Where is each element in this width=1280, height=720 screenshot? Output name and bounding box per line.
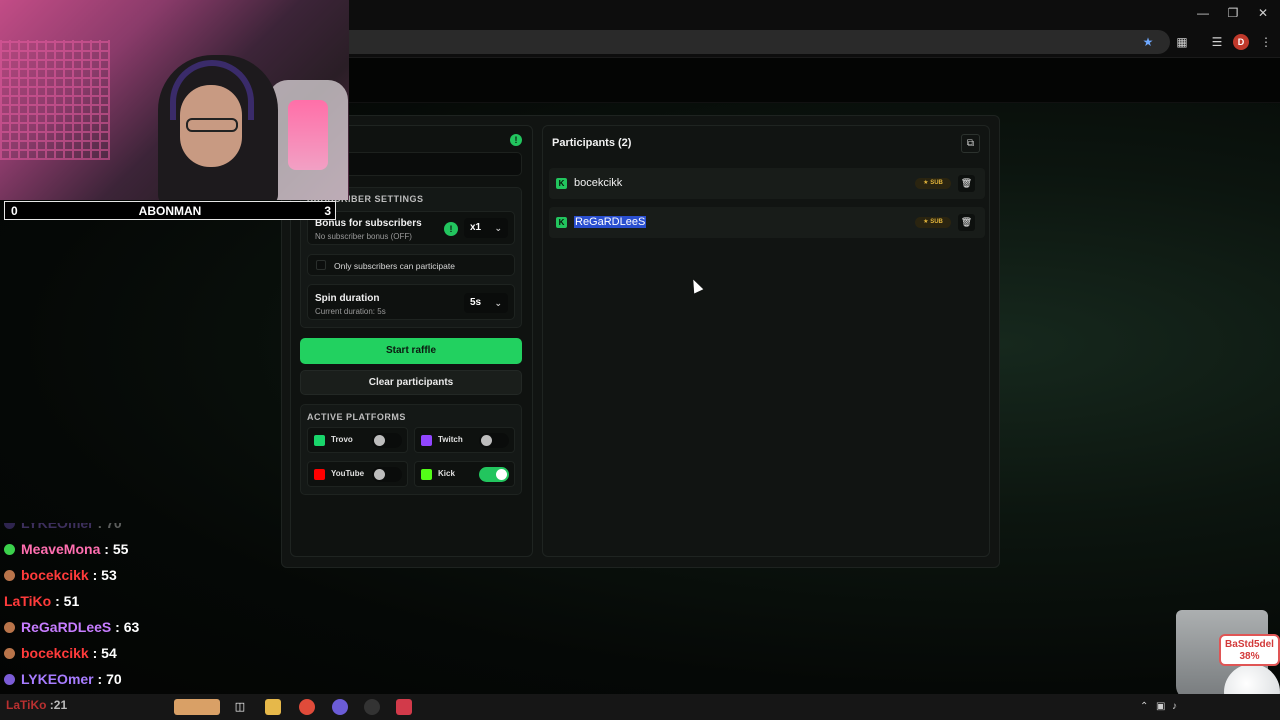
network-icon[interactable]: ▣ bbox=[1156, 701, 1165, 712]
widgets-icon[interactable] bbox=[174, 699, 220, 715]
bonus-multiplier-value: x1 bbox=[470, 222, 482, 233]
alert-percent: 38% bbox=[1239, 651, 1260, 662]
sub-badge: ★ SUB bbox=[915, 217, 951, 228]
copy-icon[interactable]: ⧉ bbox=[961, 134, 980, 153]
chat-line: LaTiKo :21 bbox=[6, 698, 68, 712]
twitch-toggle[interactable] bbox=[479, 433, 509, 448]
youtube-icon bbox=[314, 469, 325, 480]
participant-row[interactable]: K ReGaRDLeeS ★ SUB 🗑 bbox=[549, 207, 985, 238]
twitch-icon bbox=[421, 435, 432, 446]
alert-name: BaStd5del bbox=[1225, 639, 1274, 650]
chat-line: LaTiKo : 51 bbox=[4, 593, 80, 609]
app-icon[interactable] bbox=[396, 699, 412, 715]
taskbar: LaTiKo :21 ◫ ⌃ ▣ ♪ bbox=[0, 694, 1280, 720]
participant-name: ReGaRDLeeS bbox=[574, 216, 647, 228]
platform-name: YouTube bbox=[331, 469, 365, 478]
restore-icon[interactable]: ❐ bbox=[1218, 5, 1248, 21]
platform-name: Trovo bbox=[331, 435, 353, 444]
task-view-icon[interactable]: ◫ bbox=[232, 699, 248, 715]
trovo-icon bbox=[314, 435, 325, 446]
chrome-icon[interactable] bbox=[299, 699, 315, 715]
chevron-down-icon: ⌄ bbox=[494, 223, 502, 233]
delete-icon[interactable]: 🗑 bbox=[958, 175, 975, 192]
platform-twitch: Twitch bbox=[414, 427, 515, 453]
webcam-feed bbox=[0, 0, 349, 200]
only-subscribers-row[interactable]: Only subscribers can participate bbox=[307, 254, 515, 276]
chevron-down-icon: ⌄ bbox=[494, 298, 502, 308]
cam-shelf bbox=[0, 40, 110, 160]
platform-trovo: Trovo bbox=[307, 427, 408, 453]
participant-name: bocekcikk bbox=[574, 177, 623, 189]
minimize-icon[interactable]: — bbox=[1188, 5, 1218, 21]
tray-chevron-icon[interactable]: ⌃ bbox=[1140, 701, 1148, 712]
chat-line: MeaveMona : 55 bbox=[4, 541, 128, 563]
sub-badge: ★ SUB bbox=[915, 178, 951, 189]
cam-lamp bbox=[288, 100, 328, 170]
media-control-icon[interactable]: ☰ bbox=[1209, 34, 1225, 50]
info-icon[interactable]: ! bbox=[510, 134, 522, 146]
platform-name: Kick bbox=[438, 469, 455, 478]
only-subscribers-label: Only subscribers can participate bbox=[334, 261, 455, 271]
active-platforms-title: ACTIVE PLATFORMS bbox=[307, 412, 406, 422]
platform-name: Twitch bbox=[438, 435, 463, 444]
bonus-info-icon[interactable]: ! bbox=[444, 222, 458, 236]
discord-icon[interactable] bbox=[332, 699, 348, 715]
chat-line: LYKEOmer : 70 bbox=[4, 671, 122, 693]
trovo-toggle[interactable] bbox=[372, 433, 402, 448]
chat-line: bocekcikk : 53 bbox=[4, 567, 117, 589]
bonus-subtitle: No subscriber bonus (OFF) bbox=[315, 232, 412, 241]
progress-alert: BaStd5del 38% bbox=[1219, 634, 1280, 666]
chat-line: bocekcikk : 54 bbox=[4, 645, 117, 667]
participants-title: Participants (2) bbox=[552, 137, 632, 149]
platform-kick: Kick bbox=[414, 461, 515, 487]
kick-icon bbox=[421, 469, 432, 480]
address-bar[interactable] bbox=[300, 30, 1170, 54]
spin-duration-value: 5s bbox=[470, 297, 482, 308]
kick-icon: K bbox=[556, 217, 567, 228]
file-explorer-icon[interactable] bbox=[265, 699, 281, 715]
only-subscribers-checkbox[interactable] bbox=[316, 260, 326, 270]
counter-right: 3 bbox=[324, 204, 331, 218]
close-icon[interactable]: ✕ bbox=[1248, 5, 1278, 21]
subscriber-counter: ABONMAN 0 3 bbox=[4, 201, 336, 220]
delete-icon[interactable]: 🗑 bbox=[958, 214, 975, 231]
bonus-multiplier-select[interactable]: x1 ⌄ bbox=[464, 218, 508, 238]
kick-icon: K bbox=[556, 178, 567, 189]
chat-line: ReGaRDLeeS : 63 bbox=[4, 619, 139, 641]
start-raffle-button[interactable]: Start raffle bbox=[300, 338, 522, 364]
counter-left: 0 bbox=[11, 204, 18, 218]
spin-duration-select[interactable]: 5s ⌄ bbox=[464, 293, 508, 313]
youtube-toggle[interactable] bbox=[372, 467, 402, 482]
platform-youtube: YouTube bbox=[307, 461, 408, 487]
profile-avatar[interactable]: D bbox=[1233, 34, 1249, 50]
kick-toggle[interactable] bbox=[479, 467, 509, 482]
spin-duration-title: Spin duration bbox=[315, 293, 380, 304]
volume-icon[interactable]: ♪ bbox=[1172, 701, 1177, 712]
menu-kebab-icon[interactable]: ⋮ bbox=[1258, 34, 1274, 50]
cam-glasses bbox=[186, 118, 238, 132]
obs-icon[interactable] bbox=[364, 699, 380, 715]
spin-duration-subtitle: Current duration: 5s bbox=[315, 307, 386, 316]
bookmark-star-icon[interactable]: ★ bbox=[1140, 34, 1156, 50]
extensions-icon[interactable]: ▦ bbox=[1174, 34, 1190, 50]
counter-title: ABONMAN bbox=[138, 204, 202, 218]
clear-participants-button[interactable]: Clear participants bbox=[300, 370, 522, 395]
participant-row[interactable]: K bocekcikk ★ SUB 🗑 bbox=[549, 168, 985, 199]
